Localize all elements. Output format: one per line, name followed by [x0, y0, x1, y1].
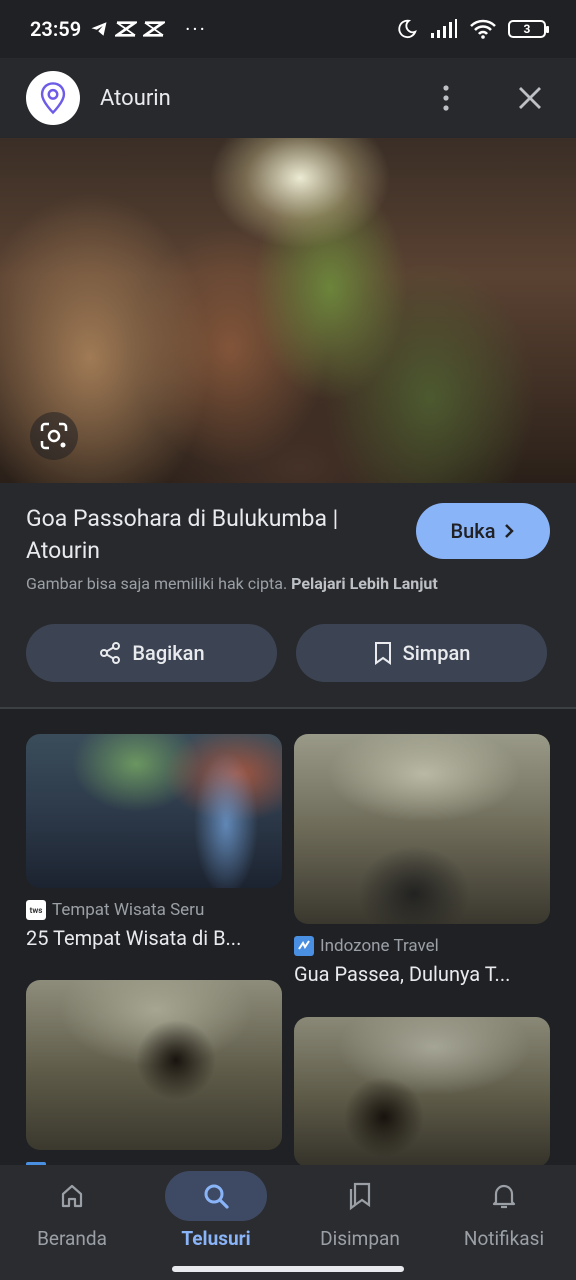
card-source[interactable]: Indozone Travel: [294, 936, 550, 956]
related-image[interactable]: [26, 980, 282, 1150]
source-name: Indozone Travel: [320, 936, 439, 956]
capcut-icon: [143, 20, 166, 38]
app-header: Atourin: [0, 58, 576, 138]
nav-label: Notifikasi: [463, 1227, 545, 1250]
more-options-button[interactable]: [426, 78, 466, 118]
collections-icon: [349, 1182, 371, 1211]
chevron-right-icon: [505, 524, 515, 538]
lens-icon: [40, 422, 68, 450]
related-image[interactable]: [294, 734, 550, 924]
copyright-notice: Gambar bisa saja memiliki hak cipta. Pel…: [26, 574, 438, 593]
image-title[interactable]: Goa Passohara di Bulukumba | Atourin: [26, 503, 396, 567]
nav-telusuri[interactable]: Telusuri: [144, 1165, 288, 1265]
copyright-text: Gambar bisa saja memiliki hak cipta.: [26, 574, 288, 593]
bottom-navigation: Beranda Telusuri Disimpan Notifikasi: [0, 1165, 576, 1280]
source-favicon-icon: tws: [26, 900, 46, 920]
card-title[interactable]: 25 Tempat Wisata di B...: [26, 926, 282, 950]
nav-label: Disimpan: [320, 1227, 400, 1250]
share-button[interactable]: Bagikan: [26, 624, 277, 682]
search-icon: [204, 1184, 229, 1209]
wifi-icon: [470, 19, 496, 39]
open-button[interactable]: Buka: [416, 503, 550, 559]
save-button-label: Simpan: [402, 641, 471, 665]
source-name: Tempat Wisata Seru: [52, 900, 205, 920]
capcut-icon: [115, 20, 138, 38]
nav-beranda[interactable]: Beranda: [0, 1165, 144, 1265]
battery-icon: 3: [508, 20, 549, 38]
related-card[interactable]: tws Tempat Wisata Seru 25 Tempat Wisata …: [26, 734, 282, 950]
close-button[interactable]: [510, 78, 550, 118]
moon-icon: [396, 18, 418, 40]
signal-icon: [430, 19, 458, 39]
close-icon: [519, 87, 541, 109]
battery-level: 3: [523, 22, 531, 36]
open-button-label: Buka: [450, 519, 496, 543]
card-title[interactable]: Gua Passea, Dulunya T...: [294, 962, 550, 986]
location-pin-icon[interactable]: [26, 71, 80, 125]
lens-button[interactable]: [30, 412, 78, 460]
nav-label: Telusuri: [181, 1227, 251, 1250]
home-icon: [61, 1184, 83, 1208]
nav-disimpan[interactable]: Disimpan: [288, 1165, 432, 1265]
related-image[interactable]: [294, 1017, 550, 1165]
related-card[interactable]: [26, 980, 282, 1165]
more-vert-icon: [443, 85, 449, 111]
card-source[interactable]: tws Tempat Wisata Seru: [26, 900, 282, 920]
hero-image[interactable]: [0, 138, 576, 483]
save-button[interactable]: Simpan: [296, 624, 547, 682]
related-card[interactable]: [294, 1017, 550, 1165]
related-card[interactable]: Indozone Travel Gua Passea, Dulunya T...: [294, 734, 550, 986]
learn-more-link[interactable]: Pelajari Lebih Lanjut: [291, 574, 438, 593]
more-notifications-indicator: ···: [185, 17, 207, 41]
share-button-label: Bagikan: [132, 641, 205, 665]
status-notification-icons: ···: [89, 17, 207, 41]
related-image[interactable]: [26, 734, 282, 888]
status-time: 23:59: [30, 17, 82, 41]
telegram-icon: [89, 20, 109, 38]
site-name[interactable]: Atourin: [100, 86, 171, 111]
nav-notifikasi[interactable]: Notifikasi: [432, 1165, 576, 1265]
status-system-icons: 3: [396, 18, 549, 40]
home-indicator[interactable]: [172, 1266, 404, 1272]
image-info-panel: Goa Passohara di Bulukumba | Atourin Buk…: [0, 483, 576, 708]
status-bar: 23:59 ··· 3: [0, 0, 576, 58]
related-images-grid: tws Tempat Wisata Seru 25 Tempat Wisata …: [0, 709, 576, 1165]
bookmark-icon: [374, 642, 391, 665]
nav-label: Beranda: [37, 1227, 107, 1250]
share-icon: [100, 642, 121, 664]
source-favicon-icon: [294, 936, 314, 956]
bell-icon: [492, 1184, 516, 1209]
